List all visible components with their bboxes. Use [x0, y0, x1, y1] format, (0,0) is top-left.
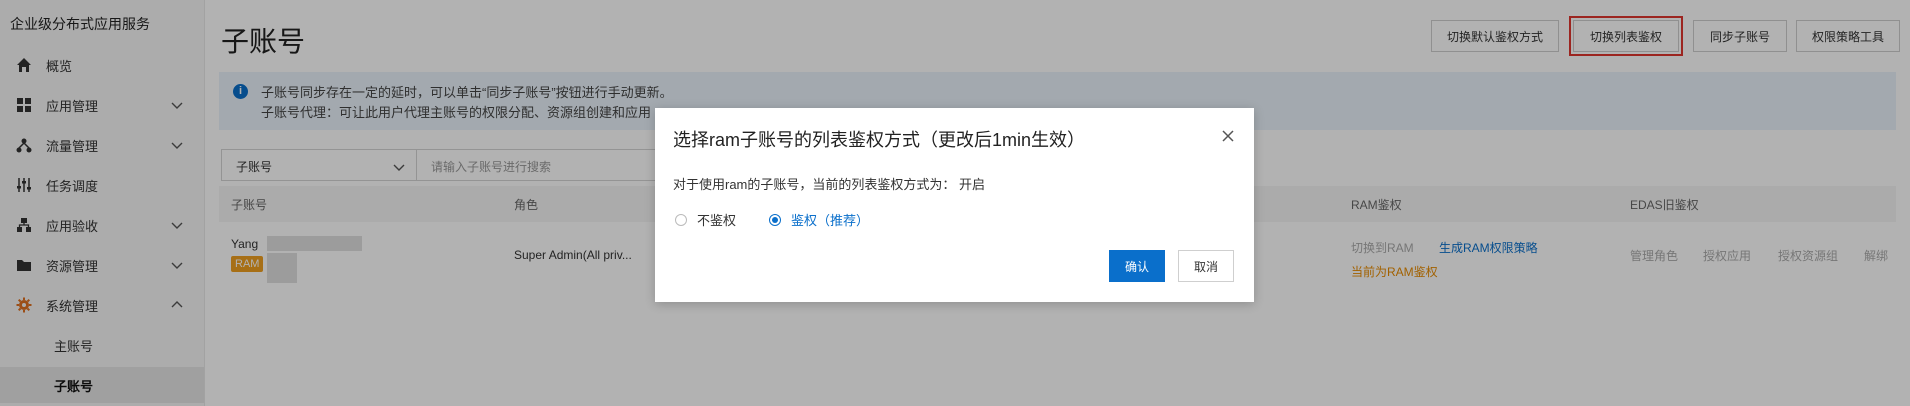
- confirm-button[interactable]: 确认: [1109, 250, 1165, 282]
- radio-button[interactable]: [675, 213, 687, 226]
- dialog-description: 对于使用ram的子账号，当前的列表鉴权方式为： 开启: [673, 177, 986, 192]
- radio-no-auth[interactable]: 不鉴权: [675, 210, 736, 229]
- close-icon[interactable]: [1220, 128, 1236, 144]
- radio-label: 鉴权（推荐）: [791, 213, 870, 228]
- cancel-button[interactable]: 取消: [1178, 250, 1234, 282]
- dialog-title: 选择ram子账号的列表鉴权方式（更改后1min生效）: [673, 130, 1086, 150]
- radio-label: 不鉴权: [697, 213, 737, 228]
- radio-auth-recommended[interactable]: 鉴权（推荐）: [769, 210, 869, 229]
- list-auth-dialog: 选择ram子账号的列表鉴权方式（更改后1min生效） 对于使用ram的子账号，当…: [655, 108, 1254, 302]
- radio-button[interactable]: [769, 213, 781, 226]
